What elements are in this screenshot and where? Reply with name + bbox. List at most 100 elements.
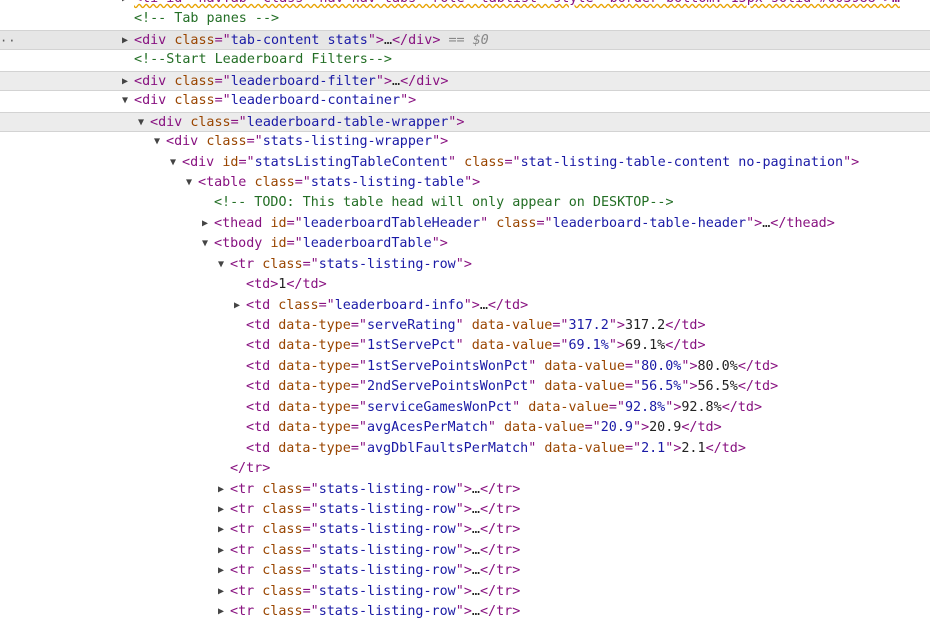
attr-quote: "	[455, 563, 464, 579]
dom-node-line[interactable]: ▶ <tr class="stats-listing-row">…</tr>	[0, 500, 930, 520]
dom-node-line[interactable]: ▶<td>1</td>	[0, 275, 930, 295]
tag-bracket: <	[246, 277, 255, 293]
expand-triangle-down-icon[interactable]: ▼	[202, 234, 214, 254]
expand-triangle-down-icon[interactable]: ▼	[138, 113, 150, 131]
dom-node-line[interactable]: ▶ <div class="leaderboard-filter">…</div>	[0, 70, 930, 92]
attribute-value: 92.8%	[624, 399, 666, 415]
expand-triangle-right-icon[interactable]: ▶	[234, 296, 246, 316]
dom-node-line[interactable]: ▶<li id="navTab" class="nav nav-tabs" ro…	[0, 0, 930, 9]
attribute-value: leaderboardTable	[302, 236, 432, 252]
expand-triangle-down-icon[interactable]: ▼	[218, 255, 230, 275]
dom-node-line[interactable]: ▶ <tr class="stats-listing-row">…</tr>	[0, 602, 930, 622]
dom-node-line[interactable]: ▶<td data-type="1stServePct" data-value=…	[0, 336, 930, 356]
tag-bracket: <	[134, 73, 143, 89]
dom-node-line[interactable]: ▼ <div class="leaderboard-table-wrapper">	[0, 111, 930, 133]
tag-bracket: >	[408, 93, 417, 109]
tag-name: div	[142, 93, 167, 109]
tag-bracket: </	[479, 583, 497, 599]
expand-triangle-right-icon[interactable]: ▶	[218, 602, 230, 622]
tag-bracket: >	[471, 297, 480, 313]
dom-node-line[interactable]: ▶<td data-type="serveRating" data-value=…	[0, 316, 930, 336]
tag-name: tr	[238, 481, 255, 497]
tag-bracket: >	[512, 522, 521, 538]
dom-node-content: ▶ <tr class="stats-listing-row">…</tr>	[218, 582, 520, 602]
attribute-name: data-type	[278, 338, 351, 354]
tag-bracket: >	[770, 379, 779, 395]
expand-triangle-right-icon[interactable]: ▶	[218, 500, 230, 520]
dom-node-line[interactable]: ▶<td data-type="1stServePointsWonPct" da…	[0, 357, 930, 377]
tag-bracket: <	[214, 215, 223, 231]
dom-node-line[interactable]: ▶<!--Start Leaderboard Filters-->	[0, 50, 930, 70]
attr-quote: "	[375, 73, 384, 89]
tag-name: tbody	[222, 236, 263, 252]
tag-bracket: </	[479, 563, 497, 579]
dom-node-line[interactable]: ▶ <thead id="leaderboardTableHeader" clas…	[0, 214, 930, 234]
tag-name: td	[254, 297, 271, 313]
expand-triangle-right-icon[interactable]: ▶	[122, 72, 134, 90]
tag-name: thead	[786, 215, 827, 231]
attr-quote: ="	[214, 93, 231, 109]
tag-name: td	[254, 420, 271, 436]
collapsed-ellipsis: …	[383, 32, 392, 48]
attribute-value: stats-listing-table	[310, 174, 465, 190]
dom-node-content: ▶<td data-type="serviceGamesWonPct" data…	[234, 398, 762, 418]
attribute-name: class	[206, 134, 247, 150]
dom-node-content: ▶<!--Start Leaderboard Filters-->	[122, 50, 392, 70]
dom-node-line[interactable]: ▶<td data-type="serviceGamesWonPct" data…	[0, 398, 930, 418]
tag-name: td	[254, 379, 271, 395]
expand-triangle-right-icon[interactable]: ▶	[218, 561, 230, 581]
attribute-name: class	[262, 256, 303, 272]
attr-quote: "	[746, 215, 755, 231]
dom-node-line[interactable]: ▶ <tr class="stats-listing-row">…</tr>	[0, 541, 930, 561]
expand-triangle-down-icon[interactable]: ▼	[154, 132, 166, 152]
dom-node-line[interactable]: ▼ <div id="statsListingTableContent" clas…	[0, 153, 930, 173]
gutter-dots-icon[interactable]: ··	[0, 31, 16, 49]
dom-node-line[interactable]: ▶ <td class="leaderboard-info">…</td>	[0, 296, 930, 316]
attr-quote: ="	[350, 399, 367, 415]
attribute-name: class	[496, 215, 537, 231]
expand-triangle-right-icon[interactable]: ▶	[218, 541, 230, 561]
expand-triangle-right-icon[interactable]: ▶	[122, 31, 134, 49]
dom-node-line[interactable]: ▼ <table class="stats-listing-table">	[0, 173, 930, 193]
attribute-value: leaderboard-info	[334, 297, 464, 313]
expand-triangle-right-icon[interactable]: ▶	[218, 480, 230, 500]
attribute-value: leaderboard-table-wrapper	[246, 114, 449, 130]
attribute-name: data-type	[278, 420, 351, 436]
dom-node-line[interactable]: ▶<!-- Tab panes -->	[0, 9, 930, 29]
tag-bracket: </	[479, 542, 497, 558]
dom-node-line[interactable]: ▶<td data-type="avgDblFaultsPerMatch" da…	[0, 439, 930, 459]
dom-node-line[interactable]: ▼ <tr class="stats-listing-row">	[0, 255, 930, 275]
dom-node-line[interactable]: ▼ <div class="stats-listing-wrapper">	[0, 132, 930, 152]
dom-node-line[interactable]: ▶ <tr class="stats-listing-row">…</tr>	[0, 480, 930, 500]
attribute-name: class	[174, 32, 215, 48]
tag-bracket: >	[689, 358, 698, 374]
expand-triangle-down-icon[interactable]: ▼	[170, 153, 182, 173]
dom-node-line[interactable]: ▶<!-- TODO: This table head will only ap…	[0, 193, 930, 213]
expand-triangle-right-icon[interactable]: ▶	[122, 0, 134, 9]
dom-node-line[interactable]: ▼ <div class="leaderboard-container">	[0, 91, 930, 111]
dom-node-content: ▼ <tr class="stats-listing-row">	[218, 255, 472, 275]
expand-triangle-right-icon[interactable]: ▶	[218, 520, 230, 540]
tag-name: div	[408, 32, 433, 48]
expand-triangle-right-icon[interactable]: ▶	[202, 214, 214, 234]
dom-node-line[interactable]: ▶<td data-type="avgAcesPerMatch" data-va…	[0, 418, 930, 438]
dom-node-line[interactable]: ▼ <tbody id="leaderboardTable">	[0, 234, 930, 254]
expand-triangle-right-icon[interactable]: ▶	[218, 582, 230, 602]
expand-triangle-down-icon[interactable]: ▼	[186, 173, 198, 193]
dom-node-line[interactable]: ▶</tr>	[0, 459, 930, 479]
dom-node-content: ▶<td data-type="1stServePointsWonPct" da…	[234, 357, 778, 377]
dom-node-content: ▶ <td class="leaderboard-info">…</td>	[234, 296, 528, 316]
dom-node-line[interactable]: ▶ <tr class="stats-listing-row">…</tr>	[0, 520, 930, 540]
dom-node-line[interactable]: ·· ▶ <div class="tab-content stats">…</div…	[0, 29, 930, 51]
dom-node-line[interactable]: ▶ <tr class="stats-listing-row">…</tr>	[0, 561, 930, 581]
tag-bracket: </	[286, 277, 303, 293]
collapsed-ellipsis: …	[479, 297, 488, 313]
tag-bracket: >	[440, 134, 449, 150]
tag-name: tr	[496, 481, 513, 497]
tag-bracket: </	[400, 73, 417, 89]
dom-node-line[interactable]: ▶ <tr class="stats-listing-row">…</tr>	[0, 582, 930, 602]
elements-dom-tree[interactable]: ▶<li id="navTab" class="nav nav-tabs" ro…	[0, 0, 930, 623]
dom-node-line[interactable]: ▶<td data-type="2ndServePointsWonPct" da…	[0, 377, 930, 397]
expand-triangle-down-icon[interactable]: ▼	[122, 91, 134, 111]
